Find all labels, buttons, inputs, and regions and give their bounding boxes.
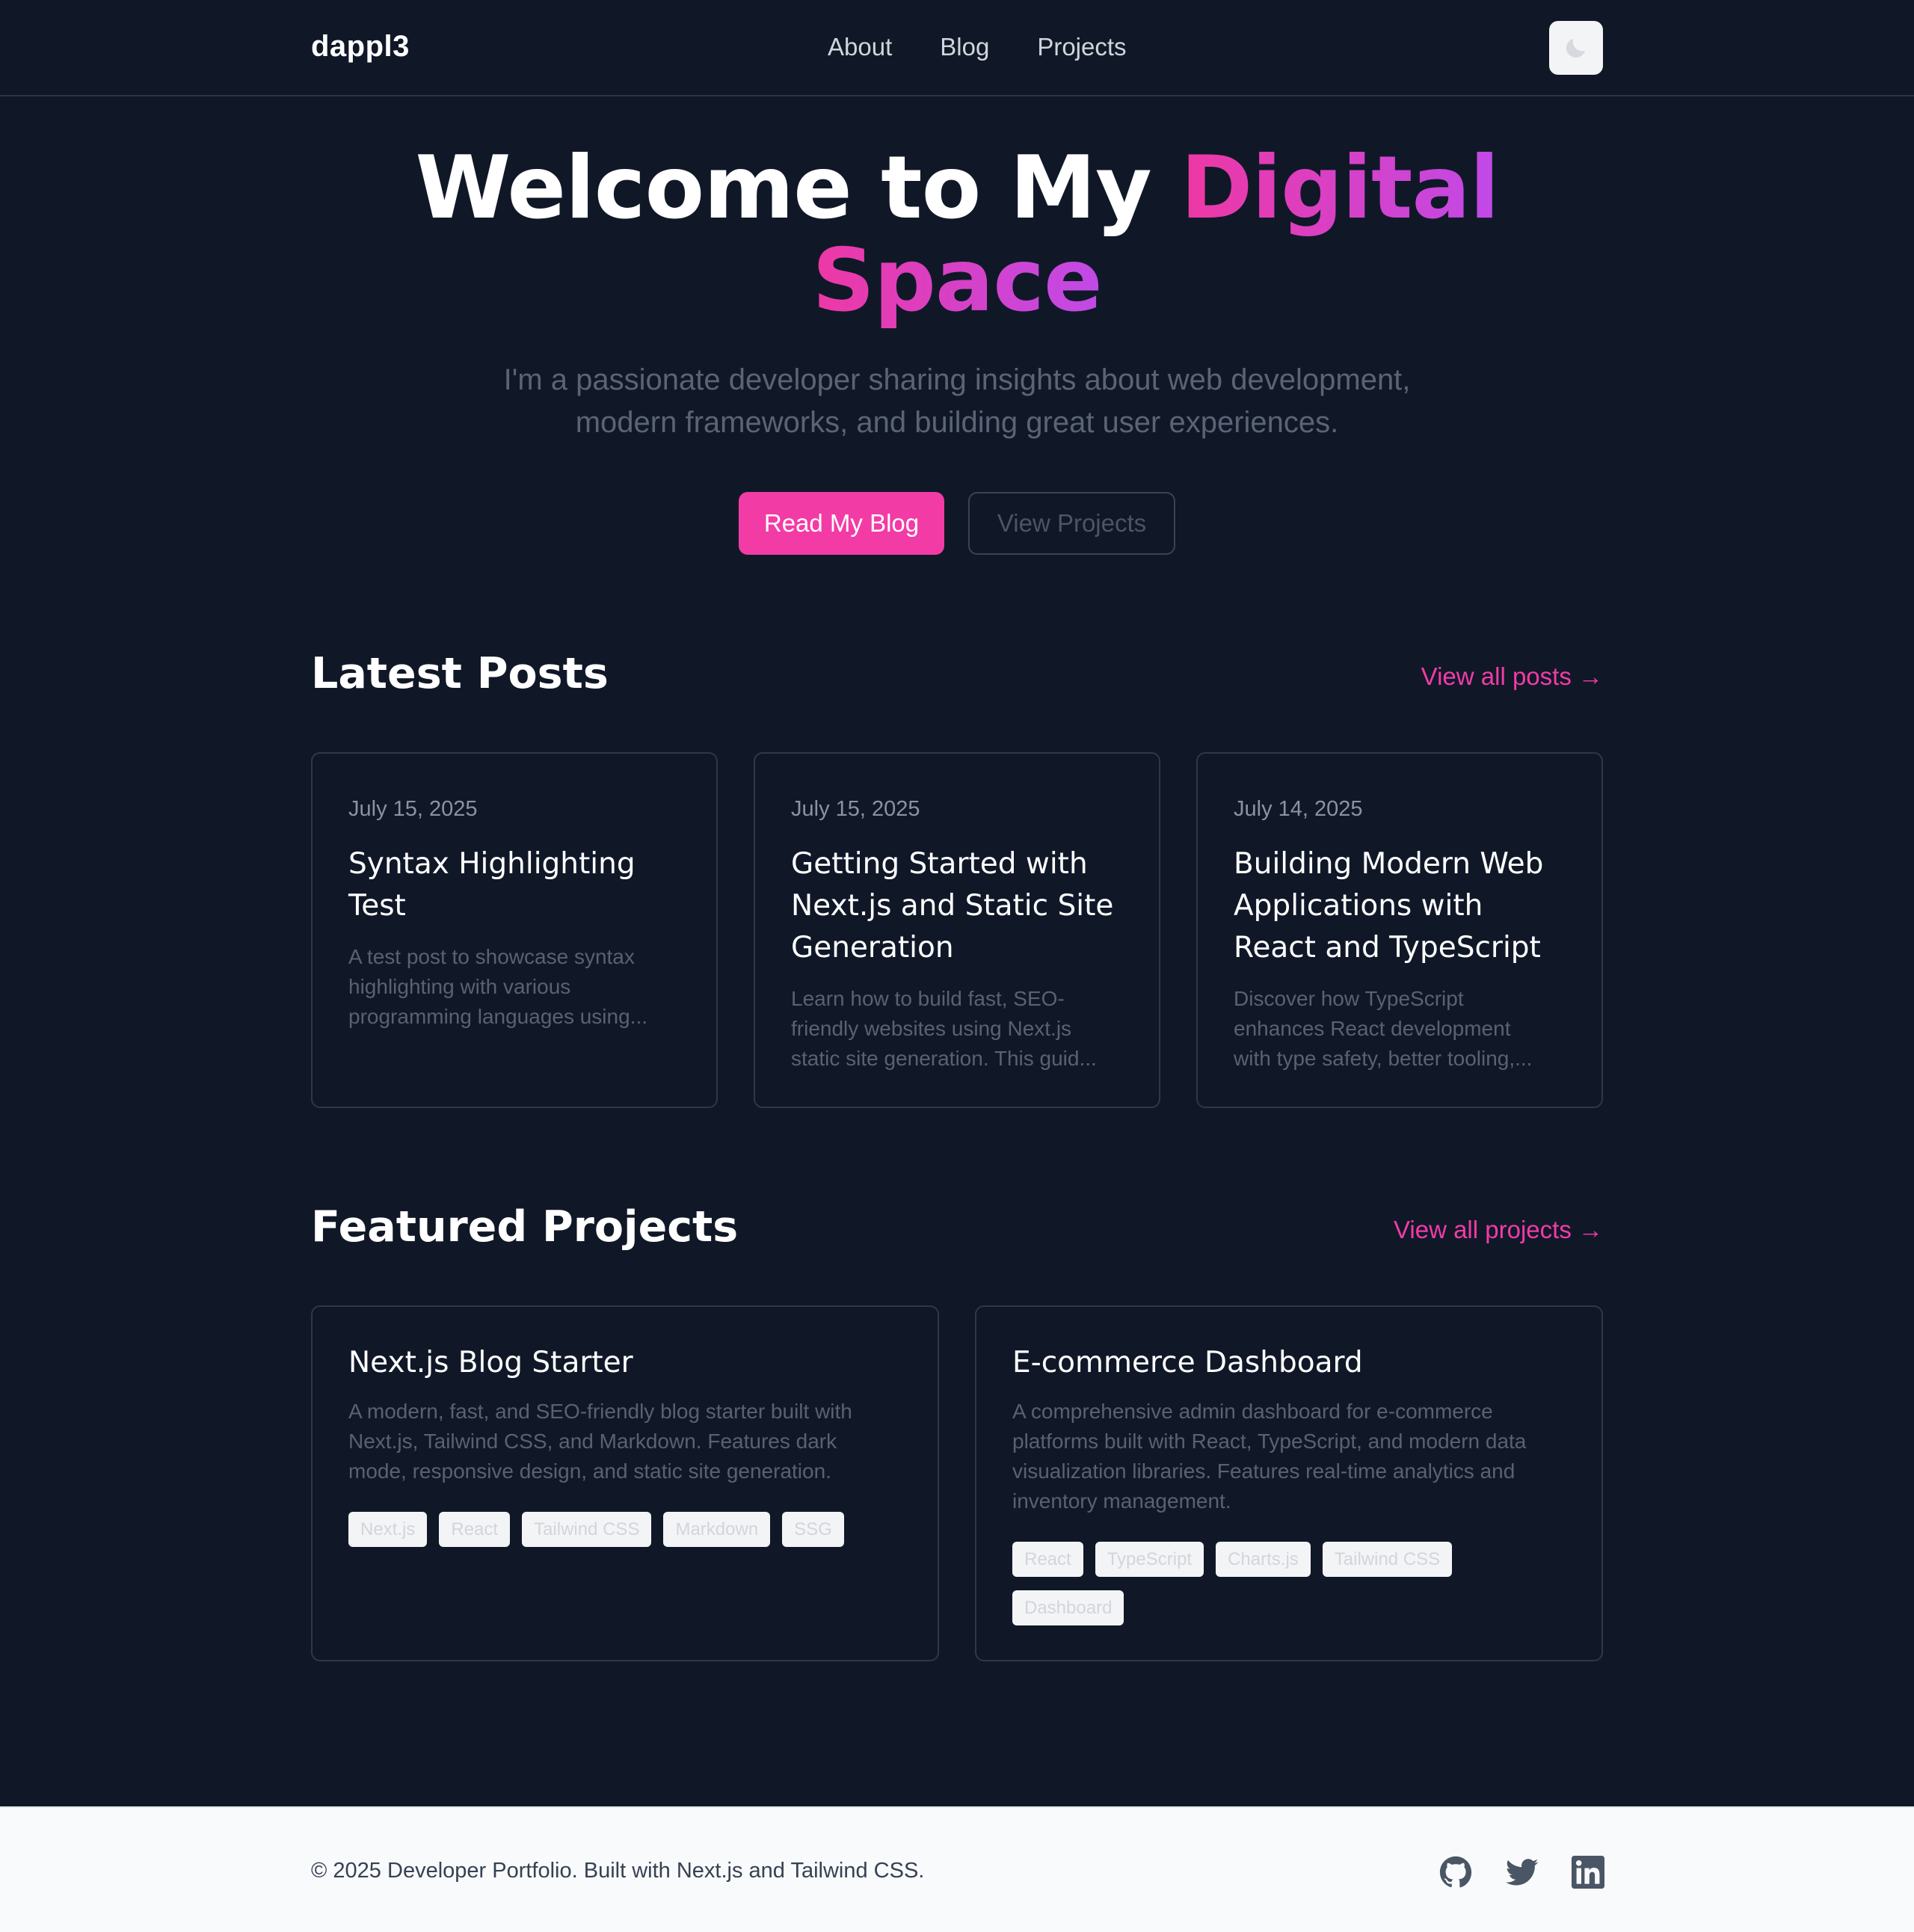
post-title[interactable]: Syntax Highlighting Test [348,843,686,927]
project-description-line: A modern, fast, and SEO-friendly blog st… [348,1400,852,1423]
footer-copyright: © 2025 Developer Portfolio. Built with N… [311,1859,925,1883]
post-date: July 14, 2025 [1234,797,1363,821]
tech-tag: TypeScript [1095,1542,1204,1577]
linkedin-icon [1572,1856,1604,1889]
project-description-line: inventory management. [1012,1489,1231,1513]
hero-subtitle-line-1: I'm a passionate developer sharing insig… [503,363,1411,396]
post-date: July 15, 2025 [348,797,478,821]
nav-link-blog[interactable]: Blog [940,33,989,61]
hero-title: Welcome to My Digital Space [0,142,1914,327]
github-link[interactable] [1439,1856,1472,1889]
project-description-line: Next.js, Tailwind CSS, and Markdown. Fea… [348,1430,837,1453]
project-title[interactable]: E-commerce Dashboard [1012,1346,1363,1379]
theme-toggle-button[interactable] [1549,21,1603,75]
latest-posts-heading: Latest Posts [311,649,609,698]
site-logo[interactable]: dappl3 [311,30,410,64]
post-excerpt-line: enhances React development [1234,1017,1511,1040]
project-title[interactable]: Next.js Blog Starter [348,1346,633,1379]
view-all-posts-link[interactable]: View all posts → [1421,662,1603,691]
view-all-projects-link[interactable]: View all projects → [1394,1216,1603,1244]
project-tags: Next.js React Tailwind CSS Markdown SSG [348,1512,902,1547]
post-title-line: Syntax Highlighting [348,847,636,881]
post-excerpt-line: with type safety, better tooling,... [1234,1047,1533,1070]
hero-title-accent: Digital [1181,138,1499,239]
featured-projects-heading: Featured Projects [311,1202,739,1252]
project-card[interactable]: E-commerce Dashboard A comprehensive adm… [975,1305,1603,1661]
github-icon [1439,1856,1472,1888]
post-card[interactable]: July 15, 2025 Getting Started with Next.… [754,752,1160,1108]
post-excerpt: Learn how to build fast, SEO- friendly w… [791,984,1114,1074]
post-title-line: Generation [791,931,954,965]
post-card[interactable]: July 14, 2025 Building Modern Web Applic… [1196,752,1603,1108]
project-tags: React TypeScript Charts.js Tailwind CSS … [1012,1542,1566,1625]
tech-tag: Markdown [663,1512,771,1547]
hero-title-plain: Welcome to My [415,138,1181,239]
post-excerpt: A test post to showcase syntax highlight… [348,942,671,1032]
project-description: A modern, fast, and SEO-friendly blog st… [348,1397,902,1486]
twitter-link[interactable] [1506,1856,1539,1889]
tech-tag: SSG [782,1512,844,1547]
project-description-line: platforms built with React, TypeScript, … [1012,1430,1527,1453]
tech-tag: Tailwind CSS [522,1512,652,1547]
tech-tag: Tailwind CSS [1322,1542,1453,1577]
nav-link-projects[interactable]: Projects [1037,33,1126,61]
post-title-line: Building Modern Web [1234,847,1544,881]
project-description-line: mode, responsive design, and static site… [348,1459,831,1483]
post-excerpt-line: Learn how to build fast, SEO- [791,987,1065,1010]
post-excerpt-line: Discover how TypeScript [1234,987,1464,1010]
post-title[interactable]: Building Modern Web Applications with Re… [1234,843,1572,969]
tech-tag: Next.js [348,1512,428,1547]
tech-tag: React [439,1512,511,1547]
hero-subtitle-line-2: modern frameworks, and building great us… [575,406,1339,439]
post-date: July 15, 2025 [791,797,920,821]
linkedin-link[interactable] [1572,1856,1604,1889]
project-description-line: visualization libraries. Features real-t… [1012,1459,1515,1483]
post-title-line: Applications with [1234,889,1483,923]
hero-title-accent-2: Space [812,230,1102,331]
site-header: dappl3 About Blog Projects [0,0,1914,96]
project-card[interactable]: Next.js Blog Starter A modern, fast, and… [311,1305,939,1661]
twitter-icon [1506,1859,1539,1886]
post-excerpt: Discover how TypeScript enhances React d… [1234,984,1557,1074]
view-projects-button[interactable]: View Projects [968,492,1175,555]
post-excerpt-line: friendly websites using Next.js [791,1017,1072,1040]
post-title[interactable]: Getting Started with Next.js and Static … [791,843,1129,969]
post-excerpt-line: static site generation. This guid... [791,1047,1097,1070]
post-title-line: Getting Started with [791,847,1088,881]
nav-link-about[interactable]: About [828,33,892,61]
post-excerpt-line: programming languages using... [348,1005,648,1028]
project-description-line: A comprehensive admin dashboard for e-co… [1012,1400,1493,1423]
main-nav: About Blog Projects [828,33,1175,61]
moon-icon [1566,39,1585,58]
tech-tag: Dashboard [1012,1590,1124,1625]
post-title-line: Test [348,889,406,923]
post-title-line: React and TypeScript [1234,931,1541,965]
site-footer: © 2025 Developer Portfolio. Built with N… [0,1806,1914,1932]
tech-tag: Charts.js [1216,1542,1311,1577]
project-description: A comprehensive admin dashboard for e-co… [1012,1397,1566,1516]
hero-subtitle: I'm a passionate developer sharing insig… [434,359,1480,444]
post-excerpt-line: A test post to showcase syntax [348,945,635,968]
post-excerpt-line: highlighting with various [348,975,571,998]
post-title-line: Next.js and Static Site [791,889,1114,923]
post-card[interactable]: July 15, 2025 Syntax Highlighting Test A… [311,752,718,1108]
tech-tag: React [1012,1542,1083,1577]
read-blog-button[interactable]: Read My Blog [739,492,944,555]
